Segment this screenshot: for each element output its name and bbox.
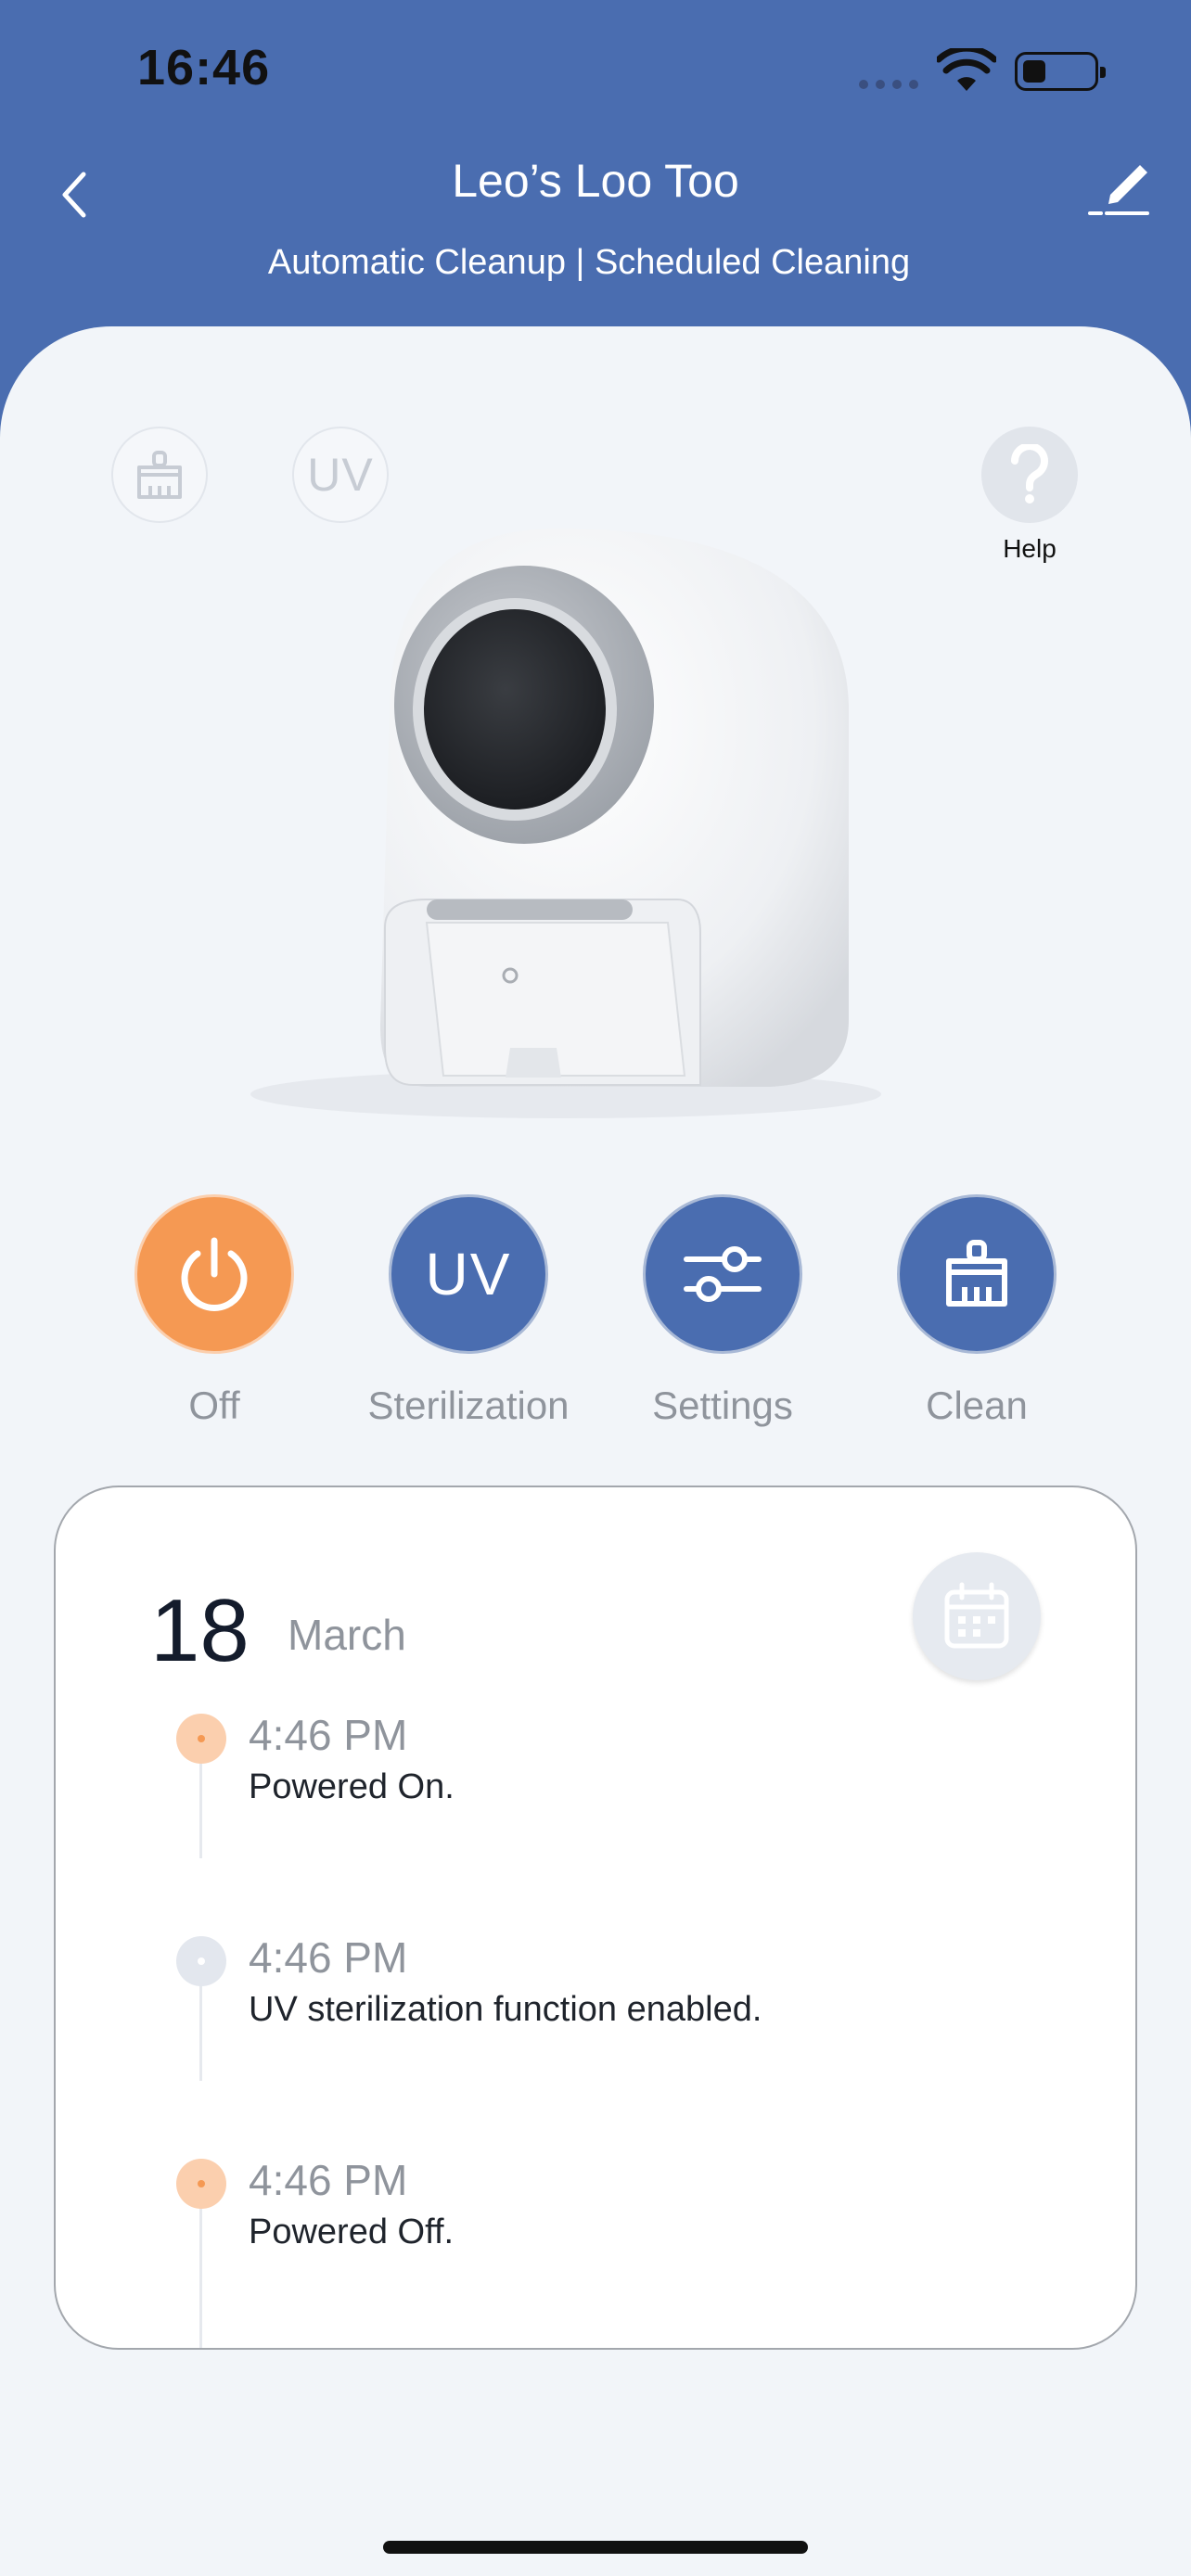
action-label-sterilization: Sterilization	[367, 1384, 570, 1427]
power-icon	[181, 1237, 248, 1311]
status-time: 16:46	[137, 40, 271, 96]
clean-button[interactable]	[897, 1194, 1057, 1354]
action-label-settings: Settings	[652, 1384, 793, 1427]
page-subtitle: Automatic Cleanup | Scheduled Cleaning	[267, 243, 911, 282]
edit-pencil-icon	[1088, 165, 1149, 215]
sliders-icon	[684, 1246, 762, 1302]
status-bar: 16:46	[0, 0, 1191, 139]
cellular-signal-icon	[859, 80, 920, 89]
litter-box-device-image	[250, 529, 881, 1118]
uv-status-indicator[interactable]: UV	[292, 427, 389, 523]
home-indicator	[383, 2541, 808, 2554]
log-month: March	[288, 1611, 406, 1659]
event-time: 4:46 PM	[249, 1933, 408, 1982]
broom-icon	[946, 1240, 1007, 1307]
event-time: 4:46 PM	[249, 1711, 408, 1759]
action-label-off: Off	[188, 1384, 240, 1427]
wifi-icon	[937, 48, 996, 91]
timeline-dot	[176, 1936, 226, 1986]
uv-sterilization-button[interactable]: UV	[389, 1194, 548, 1354]
page-title: Leo’s Loo Too	[452, 155, 739, 207]
event-text: Powered On.	[249, 1767, 455, 1806]
power-off-button[interactable]	[134, 1194, 294, 1354]
edit-button[interactable]	[1080, 152, 1158, 230]
calendar-button[interactable]	[913, 1552, 1041, 1680]
clean-status-indicator[interactable]	[111, 427, 208, 523]
calendar-icon	[944, 1582, 1009, 1649]
activity-log-card: 18 March 4:46 PM Powered On. 4:46 PM UV …	[54, 1486, 1137, 2350]
battery-icon	[1015, 52, 1106, 91]
question-mark-icon	[1011, 444, 1048, 504]
broom-icon	[137, 451, 182, 499]
settings-button[interactable]	[643, 1194, 802, 1354]
uv-status-label: UV	[307, 449, 374, 501]
action-label-clean: Clean	[926, 1384, 1028, 1427]
event-text: Powered Off.	[249, 2213, 455, 2251]
event-time: 4:46 PM	[249, 2156, 408, 2204]
help-label: Help	[1003, 534, 1057, 563]
timeline-dot	[176, 1714, 226, 1764]
event-text: UV sterilization function enabled.	[249, 1990, 762, 2029]
help-button[interactable]	[981, 427, 1078, 523]
timeline-dot	[176, 2159, 226, 2209]
log-day: 18	[150, 1581, 250, 1680]
uv-icon-text: UV	[425, 1241, 512, 1307]
